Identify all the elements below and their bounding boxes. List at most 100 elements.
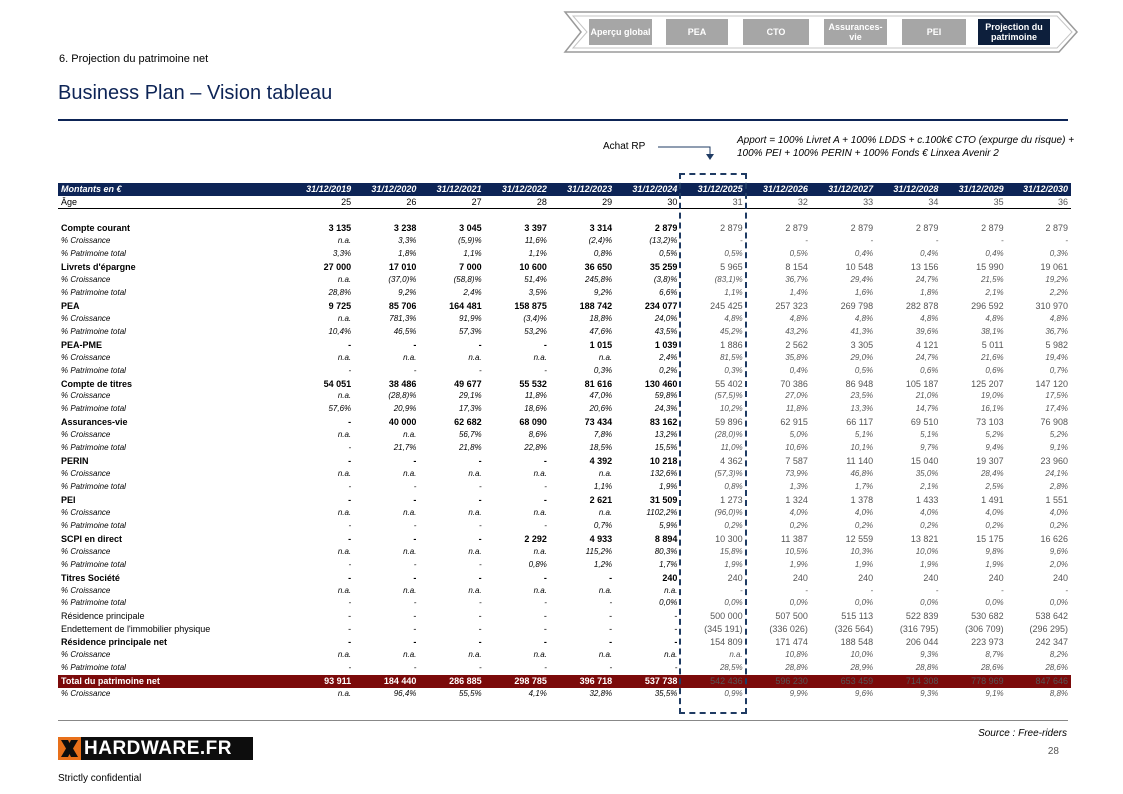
table-cell: 11 140 [846,456,874,467]
table-cell: - [478,494,482,505]
table-cell: 0,6% [920,365,939,375]
table-cell: 8,6% [528,430,547,440]
table-cell: 522 839 [905,611,939,622]
table-cell: 8,7% [985,650,1004,660]
table-cell: 15,5% [654,443,678,453]
table-cell: 537 738 [615,674,681,688]
table-row: % Croissance n.a. n.a. n.a. n.a. 115,2% 80,3% 1… [58,545,1071,558]
table-row: % Croissance n.a. n.a. n.a. n.a. n.a. n.a. n.a.… [58,649,1071,662]
table-cell: n.a. [337,313,352,323]
table-cell: 29 [549,195,616,210]
table-cell: 240 [858,572,874,583]
table-cell: 62 682 [454,417,482,428]
table-cell: 158 875 [514,300,547,311]
table-cell: n.a. [468,352,482,362]
table-cell: 2,8% [1049,482,1068,492]
table-cell: 105 187 [905,378,939,389]
table-cell: 47,6% [589,326,613,336]
table-cell: 9,9% [789,689,808,699]
table-cell: 132,6% [650,469,678,479]
year-header: 31/12/2019 [289,183,355,196]
table-cell: 5,9% [659,520,678,530]
table-cell: - [348,663,352,673]
year-header: 31/12/2024 [615,183,681,196]
table-cell: n.a. [533,546,547,556]
table-cell: - [348,598,352,608]
table-cell: 35,0% [915,469,939,479]
table-cell: 4,0% [1049,507,1068,517]
table-cell: - [543,611,547,622]
table-cell: n.a. [664,585,678,595]
table-cell: 19,4% [1045,352,1068,362]
table-cell: 5,1% [920,430,939,440]
table-cell: n.a. [403,507,417,517]
table-cell: - [348,365,352,375]
table-cell: 2 621 [589,494,613,505]
tab-assurances-vie[interactable]: Assurances-vie [824,19,887,45]
table-row [58,209,1071,222]
table-cell: (28,8)% [388,391,417,401]
table-cell: 4 933 [589,533,613,544]
table-cell: n.a. [337,430,352,440]
table-cell: - [1000,236,1004,246]
table-cell: 0,4% [985,249,1004,259]
table-cell: 0,4% [789,365,808,375]
tab-pei[interactable]: PEI [902,19,966,45]
table-cell: (5,9)% [458,236,482,246]
row-label: % Croissance [61,275,111,285]
table-cell: 93 911 [289,674,355,688]
table-cell: - [1000,585,1004,595]
table-cell: 28,8% [785,663,808,673]
table-cell: - [478,533,482,544]
tab-projection-du-patrimoine[interactable]: Projection du patrimoine [978,19,1050,45]
achat-rp-label: Achat RP [603,141,646,152]
table-cell [290,209,354,222]
table-cell: 4,0% [789,507,808,517]
table-cell: (326 564) [834,624,874,635]
table-cell: - [413,482,417,492]
row-label: Endettement de l'immobilier physique [61,624,211,635]
table-cell: - [609,572,613,583]
tab-cto[interactable]: CTO [743,19,809,45]
table-cell: (3,8)% [653,275,678,285]
table-cell: n.a. [598,507,613,517]
table-cell: 15 990 [976,262,1004,273]
row-label: % Patrimoine total [61,365,126,375]
table-cell: 2,4% [659,352,678,362]
table-cell: - [478,339,482,350]
table-cell [1007,209,1071,222]
table-cell: 27 [419,195,485,210]
table-cell: 10 548 [845,262,874,273]
table-cell: 12 559 [845,533,874,544]
table-cell: 57,3% [458,326,482,336]
table-cell: 35,5% [654,689,678,699]
table-cell: 0,0% [920,598,939,608]
table-cell: 9,1% [985,689,1004,699]
table-row: % Croissance n.a. n.a. n.a. n.a. n.a. n.a. - - - -… [58,584,1071,597]
row-label: Compte de titres [61,378,133,389]
row-label: % Patrimoine total [61,663,126,673]
table-cell: n.a. [337,507,352,517]
table-cell: 66 117 [846,417,874,428]
table-cell: 19 307 [976,456,1004,467]
table-cell: 29,0% [850,352,874,362]
table-cell: - [1065,236,1068,246]
table-cell: 2 292 [524,533,547,544]
table-cell: n.a. [533,507,547,517]
row-label: % Patrimoine total [61,559,126,569]
table-cell: n.a. [337,469,352,479]
table-cell: n.a. [468,650,482,660]
table-cell: 5 011 [981,339,1004,350]
table-cell: - [674,611,678,622]
row-label: % Patrimoine total [61,326,126,336]
table-cell: 2,5% [985,482,1004,492]
table-cell: 16 626 [1040,533,1068,544]
tab-apercu-global[interactable]: Aperçu global [589,19,652,45]
table-cell: 15 175 [976,533,1004,544]
table-cell: 54 051 [323,378,352,389]
table-cell: - [413,559,417,569]
table-cell: - [348,611,352,622]
table-cell: - [544,520,547,530]
tab-pea[interactable]: PEA [666,19,728,45]
row-label: % Croissance [61,352,111,362]
